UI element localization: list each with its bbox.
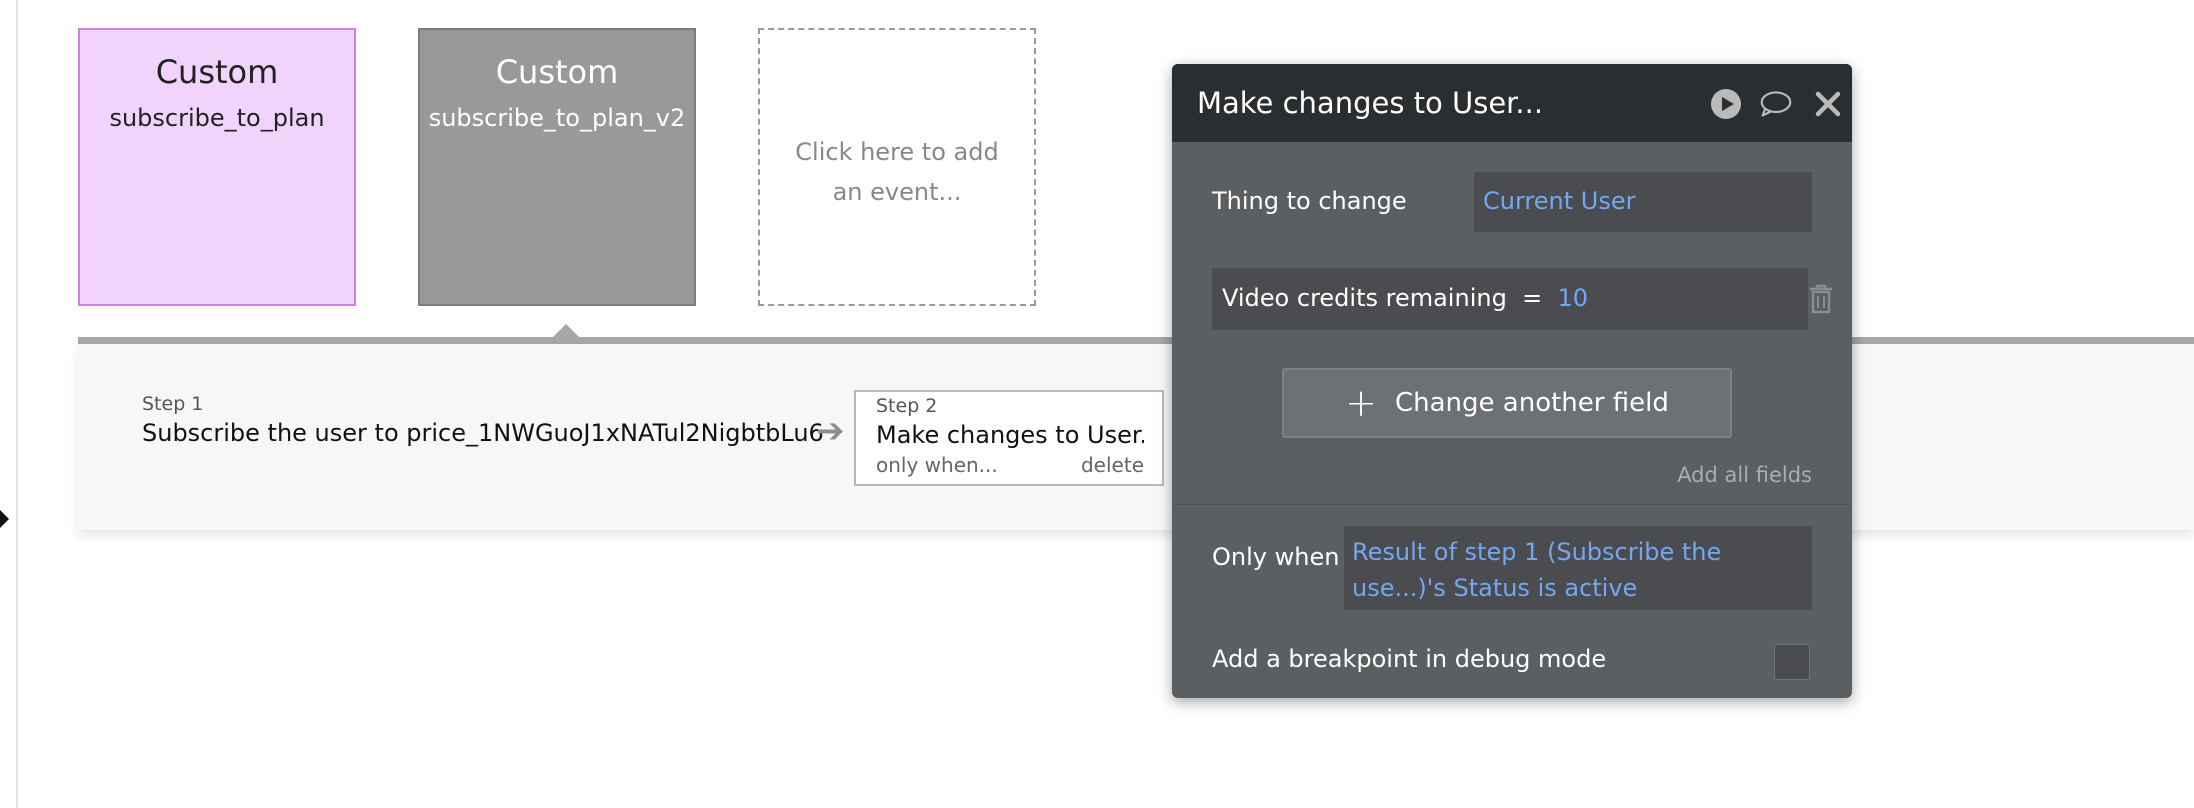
change-another-field-button[interactable]: + Change another field <box>1282 368 1732 438</box>
delete-step-link[interactable]: delete <box>1081 452 1144 478</box>
field-value-input[interactable]: 10 <box>1557 284 1588 312</box>
thing-to-change-input[interactable]: Current User <box>1474 172 1812 232</box>
field-name: Video credits remaining <box>1222 284 1507 312</box>
only-when-link[interactable]: only when... <box>876 452 998 478</box>
breakpoint-checkbox[interactable] <box>1774 644 1810 680</box>
add-event-text: Click here to add an event... <box>795 138 999 206</box>
breakpoint-label: Add a breakpoint in debug mode <box>1212 645 1607 673</box>
field-operator: = <box>1522 284 1543 312</box>
thing-to-change-label: Thing to change <box>1212 187 1407 215</box>
popup-header: Make changes to User... <box>1172 64 1852 142</box>
event-name: subscribe_to_plan_v2 <box>428 104 686 132</box>
plus-icon: + <box>1345 381 1377 425</box>
event-card-subscribe-to-plan[interactable]: Custom subscribe_to_plan <box>78 28 356 306</box>
trash-icon[interactable] <box>1808 283 1834 315</box>
divider <box>1172 504 1852 505</box>
add-all-fields-link[interactable]: Add all fields <box>1677 462 1812 488</box>
only-when-condition-input[interactable]: Result of step 1 (Subscribe the use...)'… <box>1344 526 1812 610</box>
play-icon[interactable] <box>1710 88 1742 120</box>
step-name: Subscribe the user to price_1NWGuoJ1xNAT… <box>142 419 824 447</box>
event-type: Custom <box>155 53 279 91</box>
comment-icon[interactable] <box>1760 88 1792 120</box>
steps-panel: Step 1 Subscribe the user to price_1NWGu… <box>78 344 2194 530</box>
event-type: Custom <box>495 53 619 91</box>
close-icon[interactable] <box>1812 88 1844 120</box>
left-edge-border <box>16 0 18 808</box>
step-label: Step 1 <box>142 393 204 415</box>
field-assignment-row[interactable]: Video credits remaining = 10 <box>1212 268 1808 330</box>
step-2[interactable]: Step 2 Make changes to User... only when… <box>854 390 1164 486</box>
selected-event-pointer <box>553 324 579 337</box>
popup-title: Make changes to User... <box>1197 86 1544 120</box>
add-event-card[interactable]: Click here to add an event... <box>758 28 1036 306</box>
step-label: Step 2 <box>876 395 938 417</box>
only-when-label: Only when <box>1212 543 1340 571</box>
event-name: subscribe_to_plan <box>109 104 325 132</box>
action-editor-popup: Make changes to User... Thing to change … <box>1172 64 1852 698</box>
step-name: Make changes to User... <box>876 421 1144 449</box>
workflow-bar <box>78 337 2194 344</box>
event-card-subscribe-to-plan-v2[interactable]: Custom subscribe_to_plan_v2 <box>418 28 696 306</box>
change-button-label: Change another field <box>1394 388 1669 418</box>
arrow-right-icon: ➔ <box>816 411 845 451</box>
collapse-caret-icon[interactable] <box>0 510 9 528</box>
step-1[interactable]: Step 1 Subscribe the user to price_1NWGu… <box>142 392 824 450</box>
